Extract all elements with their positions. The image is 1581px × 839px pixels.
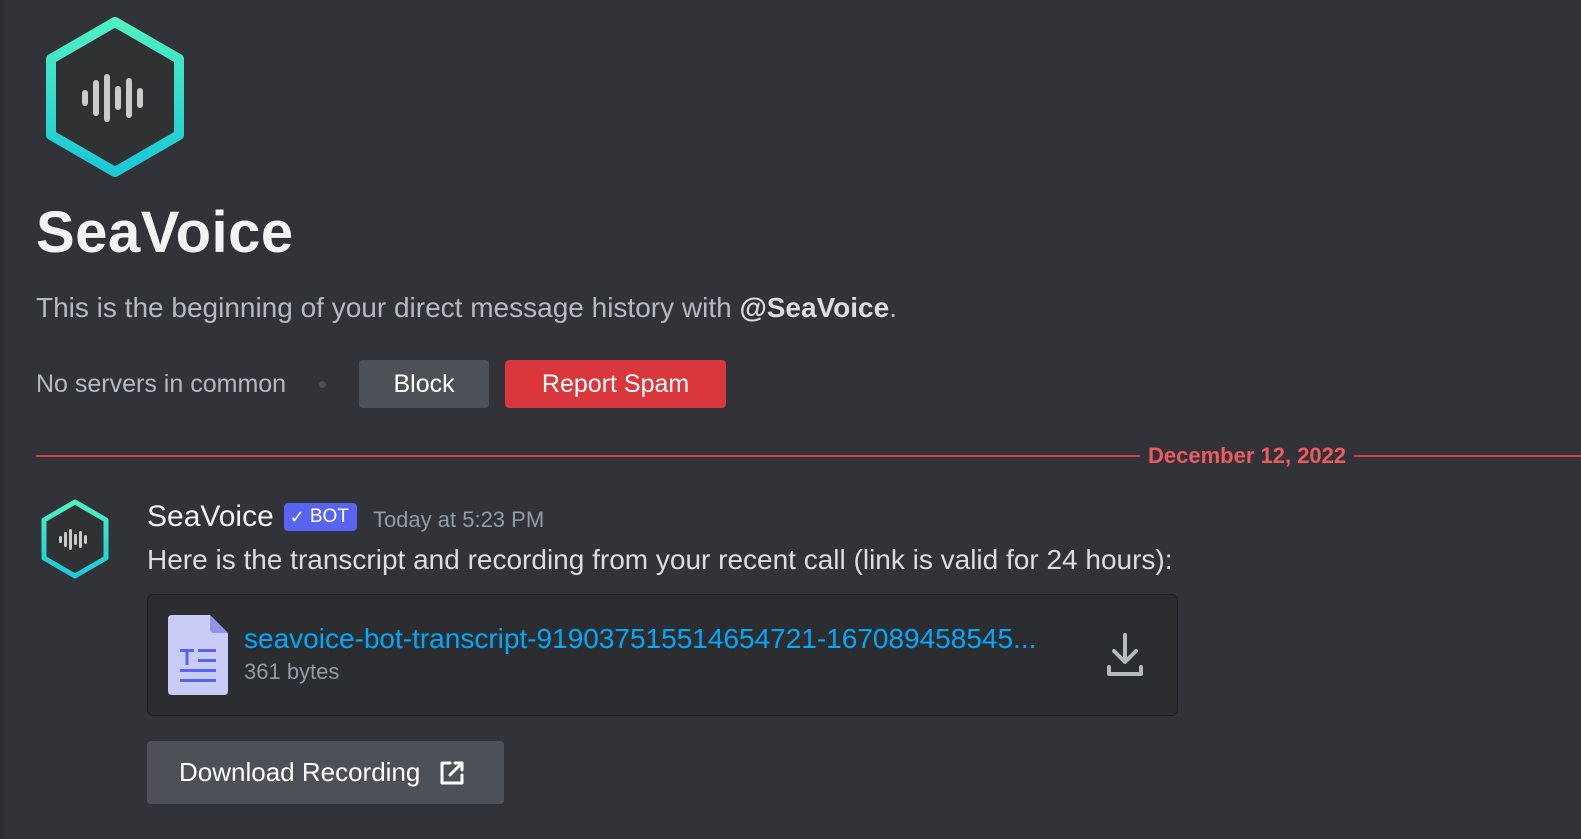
message-username[interactable]: SeaVoice xyxy=(147,497,274,537)
soundwave-hexagon-icon xyxy=(46,17,184,177)
block-button[interactable]: Block xyxy=(359,360,490,408)
bot-badge: ✓ BOT xyxy=(283,503,357,531)
avatar[interactable] xyxy=(38,497,112,581)
attachment-file-link[interactable]: seavoice-bot-transcript-9190375155146547… xyxy=(244,619,1094,659)
sidebar-edge xyxy=(0,0,4,839)
message-timestamp[interactable]: Today at 5:23 PM xyxy=(373,507,544,533)
text-file-icon xyxy=(168,615,228,695)
checkmark-icon: ✓ xyxy=(289,506,305,527)
message-content: Here is the transcript and recording fro… xyxy=(147,544,1173,575)
report-spam-button[interactable]: Report Spam xyxy=(505,360,727,408)
separator-dot xyxy=(319,380,327,388)
download-recording-button[interactable]: Download Recording xyxy=(147,741,504,804)
attachment-file-size: 361 bytes xyxy=(244,659,340,684)
mutual-servers-text: No servers in common xyxy=(36,370,287,398)
dm-channel: SeaVoice This is the beginning of your d… xyxy=(0,0,1581,839)
download-recording-label: Download Recording xyxy=(179,757,421,787)
intro-prefix: This is the beginning of your direct mes… xyxy=(36,292,740,323)
download-icon[interactable] xyxy=(1104,631,1146,679)
message-header: SeaVoice ✓ BOT Today at 5:23 PM xyxy=(147,497,544,537)
intro-text: This is the beginning of your direct mes… xyxy=(36,288,897,328)
intro-suffix: . xyxy=(889,292,897,323)
date-divider-label: December 12, 2022 xyxy=(1140,440,1355,472)
external-link-icon xyxy=(440,761,464,784)
bot-badge-label: BOT xyxy=(309,506,349,527)
profile-name: SeaVoice xyxy=(36,200,294,265)
user-mention[interactable]: @SeaVoice xyxy=(739,292,889,323)
file-attachment: seavoice-bot-transcript-9190375155146547… xyxy=(147,594,1178,716)
profile-actions: No servers in common Block Report Spam xyxy=(36,360,727,408)
